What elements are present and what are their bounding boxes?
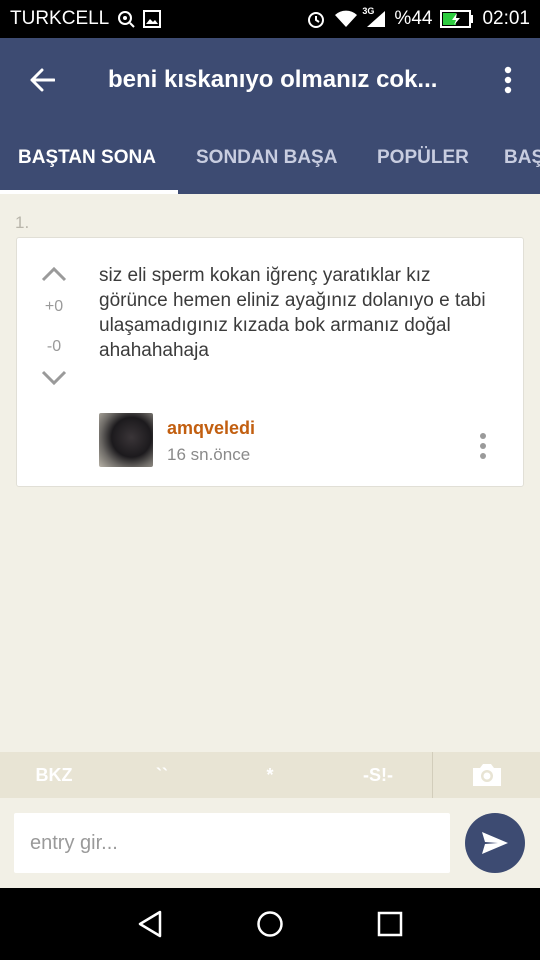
camera-icon (472, 764, 501, 786)
entry-text: siz eli sperm kokan iğrenç yaratıklar kı… (99, 265, 486, 361)
nav-back-button[interactable] (90, 888, 210, 960)
nav-home-button[interactable] (210, 888, 330, 960)
network-type-label: 3G (362, 6, 375, 16)
downvote-button[interactable] (39, 366, 69, 390)
arrow-left-icon (30, 68, 55, 92)
clock: 02:01 (482, 8, 530, 29)
triangle-back-icon (138, 910, 162, 938)
send-button[interactable] (465, 813, 525, 873)
app-bar: beni kıskanıyo olmanız cok... (0, 38, 540, 122)
bkz-button[interactable]: BKZ (0, 752, 108, 798)
square-recents-icon (377, 911, 403, 937)
send-icon (482, 832, 508, 854)
tab-sondan-basa[interactable]: SONDAN BAŞA (178, 122, 358, 194)
upvote-button[interactable] (39, 262, 69, 286)
author-avatar[interactable] (99, 413, 153, 467)
system-nav-bar (0, 888, 540, 960)
chevron-up-icon (41, 266, 67, 282)
entry-time: 16 sn.önce (167, 445, 251, 464)
more-vertical-icon (504, 66, 512, 94)
nav-recents-button[interactable] (330, 888, 450, 960)
circle-home-icon (257, 911, 283, 937)
back-button[interactable] (0, 38, 84, 122)
spoiler-button[interactable]: -S!- (324, 752, 432, 798)
image-icon (143, 10, 162, 28)
entry-index: 1. (15, 213, 30, 232)
tab-bas[interactable]: BAŞ (484, 122, 540, 194)
entry-menu-button[interactable] (471, 428, 495, 464)
chevron-down-icon (41, 370, 67, 386)
editor-toolbar: BKZ `` * -S!- (0, 752, 540, 798)
author-name[interactable]: amqveledi (167, 418, 255, 439)
signal-icon: 3G (362, 6, 386, 28)
alarm-icon (306, 9, 326, 29)
tab-bastan-sona[interactable]: BAŞTAN SONA (0, 122, 178, 194)
battery-percent: %44 (394, 8, 433, 29)
sort-tabs: BAŞTAN SONA SONDAN BAŞA POPÜLER BAŞ (0, 122, 540, 194)
status-bar: TURKCELL 3G %44 02:01 (0, 0, 540, 38)
upvote-count: +0 (44, 298, 64, 315)
battery-icon (440, 10, 474, 28)
downvote-count: -0 (46, 338, 62, 355)
notification-icon (117, 10, 135, 28)
camera-button[interactable] (432, 752, 540, 798)
carrier-label: TURKCELL (10, 8, 110, 29)
tab-populer[interactable]: POPÜLER (358, 122, 484, 194)
topic-title: beni kıskanıyo olmanız cok... (108, 66, 438, 93)
hidden-bkz-button[interactable]: `` (108, 752, 216, 798)
entry-card: +0 -0 siz eli sperm kokan iğrenç yaratık… (16, 237, 524, 487)
wifi-icon (334, 10, 358, 28)
entry-input[interactable] (14, 813, 450, 873)
more-vertical-icon (480, 433, 486, 459)
entry-input-row (0, 798, 540, 888)
asterisk-button[interactable]: * (216, 752, 324, 798)
overflow-menu-button[interactable] (488, 58, 528, 102)
